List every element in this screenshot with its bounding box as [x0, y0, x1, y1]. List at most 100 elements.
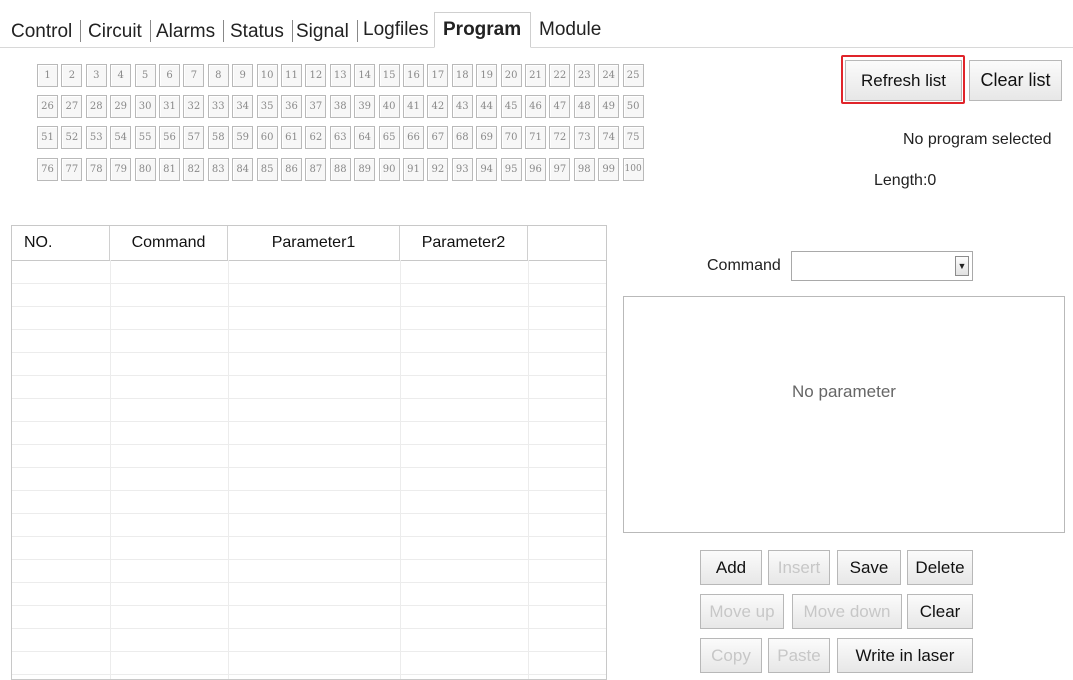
tab-signal[interactable]: Signal	[288, 20, 358, 42]
program-slot-button[interactable]: 3	[85, 64, 107, 87]
program-slot-button[interactable]: 100	[622, 157, 644, 181]
program-slot-button[interactable]: 6	[159, 64, 180, 87]
program-slot-button[interactable]: 92	[427, 157, 449, 181]
program-slot-button[interactable]: 4	[110, 64, 132, 87]
program-slot-button[interactable]: 47	[549, 95, 571, 119]
program-slot-button[interactable]: 88	[329, 157, 351, 181]
program-slot-button[interactable]: 39	[354, 95, 376, 119]
program-slot-button[interactable]: 36	[281, 95, 302, 119]
program-slot-button[interactable]: 98	[573, 157, 595, 181]
move-down-button[interactable]: Move down	[792, 594, 902, 629]
program-slot-button[interactable]: 22	[549, 64, 571, 87]
program-slot-button[interactable]: 13	[329, 64, 351, 87]
program-slot-button[interactable]: 91	[403, 157, 424, 181]
program-slot-button[interactable]: 34	[232, 95, 254, 119]
program-slot-button[interactable]: 28	[85, 95, 107, 119]
program-slot-button[interactable]: 59	[232, 126, 254, 150]
program-slot-button[interactable]: 64	[354, 126, 376, 150]
tab-circuit[interactable]: Circuit	[80, 20, 151, 42]
program-slot-button[interactable]: 14	[354, 64, 376, 87]
program-slot-button[interactable]: 75	[622, 126, 644, 150]
program-slot-button[interactable]: 42	[427, 95, 449, 119]
program-slot-button[interactable]: 27	[61, 95, 83, 119]
tab-alarms[interactable]: Alarms	[148, 20, 225, 42]
program-slot-button[interactable]: 85	[256, 157, 278, 181]
program-slot-button[interactable]: 54	[110, 126, 132, 150]
program-slot-button[interactable]: 35	[256, 95, 278, 119]
program-slot-button[interactable]: 52	[61, 126, 83, 150]
tab-logfiles[interactable]: Logfiles	[355, 10, 437, 47]
program-slot-button[interactable]: 37	[305, 95, 327, 119]
copy-button[interactable]: Copy	[700, 638, 762, 673]
program-slot-button[interactable]: 89	[354, 157, 376, 181]
program-slot-button[interactable]: 46	[525, 95, 546, 119]
program-slot-button[interactable]: 82	[183, 157, 205, 181]
clear-button[interactable]: Clear	[907, 594, 973, 629]
program-slot-button[interactable]: 67	[427, 126, 449, 150]
program-slot-button[interactable]: 33	[207, 95, 229, 119]
program-slot-button[interactable]: 56	[159, 126, 180, 150]
program-slot-button[interactable]: 5	[134, 64, 156, 87]
tab-program[interactable]: Program	[434, 12, 531, 48]
program-slot-button[interactable]: 95	[500, 157, 522, 181]
program-slot-button[interactable]: 55	[134, 126, 156, 150]
program-slot-button[interactable]: 74	[598, 126, 620, 150]
program-slot-button[interactable]: 90	[378, 157, 400, 181]
program-slot-button[interactable]: 7	[183, 64, 205, 87]
program-slot-button[interactable]: 69	[476, 126, 498, 150]
program-slot-button[interactable]: 83	[207, 157, 229, 181]
program-slot-button[interactable]: 66	[403, 126, 424, 150]
program-slot-button[interactable]: 63	[329, 126, 351, 150]
program-slot-button[interactable]: 81	[159, 157, 180, 181]
program-slot-button[interactable]: 87	[305, 157, 327, 181]
program-slot-button[interactable]: 44	[476, 95, 498, 119]
add-button[interactable]: Add	[700, 550, 762, 585]
program-slot-button[interactable]: 65	[378, 126, 400, 150]
program-slot-button[interactable]: 15	[378, 64, 400, 87]
program-slot-button[interactable]: 2	[61, 64, 83, 87]
program-slot-button[interactable]: 18	[451, 64, 473, 87]
program-slot-button[interactable]: 96	[525, 157, 546, 181]
program-slot-button[interactable]: 51	[37, 126, 58, 150]
program-slot-button[interactable]: 32	[183, 95, 205, 119]
program-slot-button[interactable]: 40	[378, 95, 400, 119]
write-in-laser-button[interactable]: Write in laser	[837, 638, 973, 673]
program-slot-button[interactable]: 43	[451, 95, 473, 119]
save-button[interactable]: Save	[837, 550, 901, 585]
program-slot-button[interactable]: 23	[573, 64, 595, 87]
program-slot-button[interactable]: 24	[598, 64, 620, 87]
program-slot-button[interactable]: 50	[622, 95, 644, 119]
program-slot-button[interactable]: 9	[232, 64, 254, 87]
program-slot-button[interactable]: 60	[256, 126, 278, 150]
clear-list-button[interactable]: Clear list	[969, 60, 1062, 101]
program-slot-button[interactable]: 62	[305, 126, 327, 150]
program-slot-button[interactable]: 25	[622, 64, 644, 87]
program-slot-button[interactable]: 58	[207, 126, 229, 150]
program-slot-button[interactable]: 21	[525, 64, 546, 87]
program-slot-button[interactable]: 78	[85, 157, 107, 181]
tab-module[interactable]: Module	[531, 10, 609, 47]
delete-button[interactable]: Delete	[907, 550, 973, 585]
program-slot-button[interactable]: 11	[281, 64, 302, 87]
program-slot-button[interactable]: 72	[549, 126, 571, 150]
program-slot-button[interactable]: 70	[500, 126, 522, 150]
program-slot-button[interactable]: 61	[281, 126, 302, 150]
program-slot-button[interactable]: 31	[159, 95, 180, 119]
program-slot-button[interactable]: 41	[403, 95, 424, 119]
program-slot-button[interactable]: 71	[525, 126, 546, 150]
program-slot-button[interactable]: 73	[573, 126, 595, 150]
program-slot-button[interactable]: 17	[427, 64, 449, 87]
tab-status[interactable]: Status	[222, 20, 293, 42]
chevron-down-icon[interactable]: ▼	[955, 256, 969, 276]
insert-button[interactable]: Insert	[768, 550, 830, 585]
move-up-button[interactable]: Move up	[700, 594, 784, 629]
program-slot-button[interactable]: 86	[281, 157, 302, 181]
program-slot-button[interactable]: 57	[183, 126, 205, 150]
program-slot-button[interactable]: 84	[232, 157, 254, 181]
program-slot-button[interactable]: 16	[403, 64, 424, 87]
program-slot-button[interactable]: 80	[134, 157, 156, 181]
program-slot-button[interactable]: 49	[598, 95, 620, 119]
program-slot-button[interactable]: 29	[110, 95, 132, 119]
program-slot-button[interactable]: 53	[85, 126, 107, 150]
program-slot-button[interactable]: 19	[476, 64, 498, 87]
